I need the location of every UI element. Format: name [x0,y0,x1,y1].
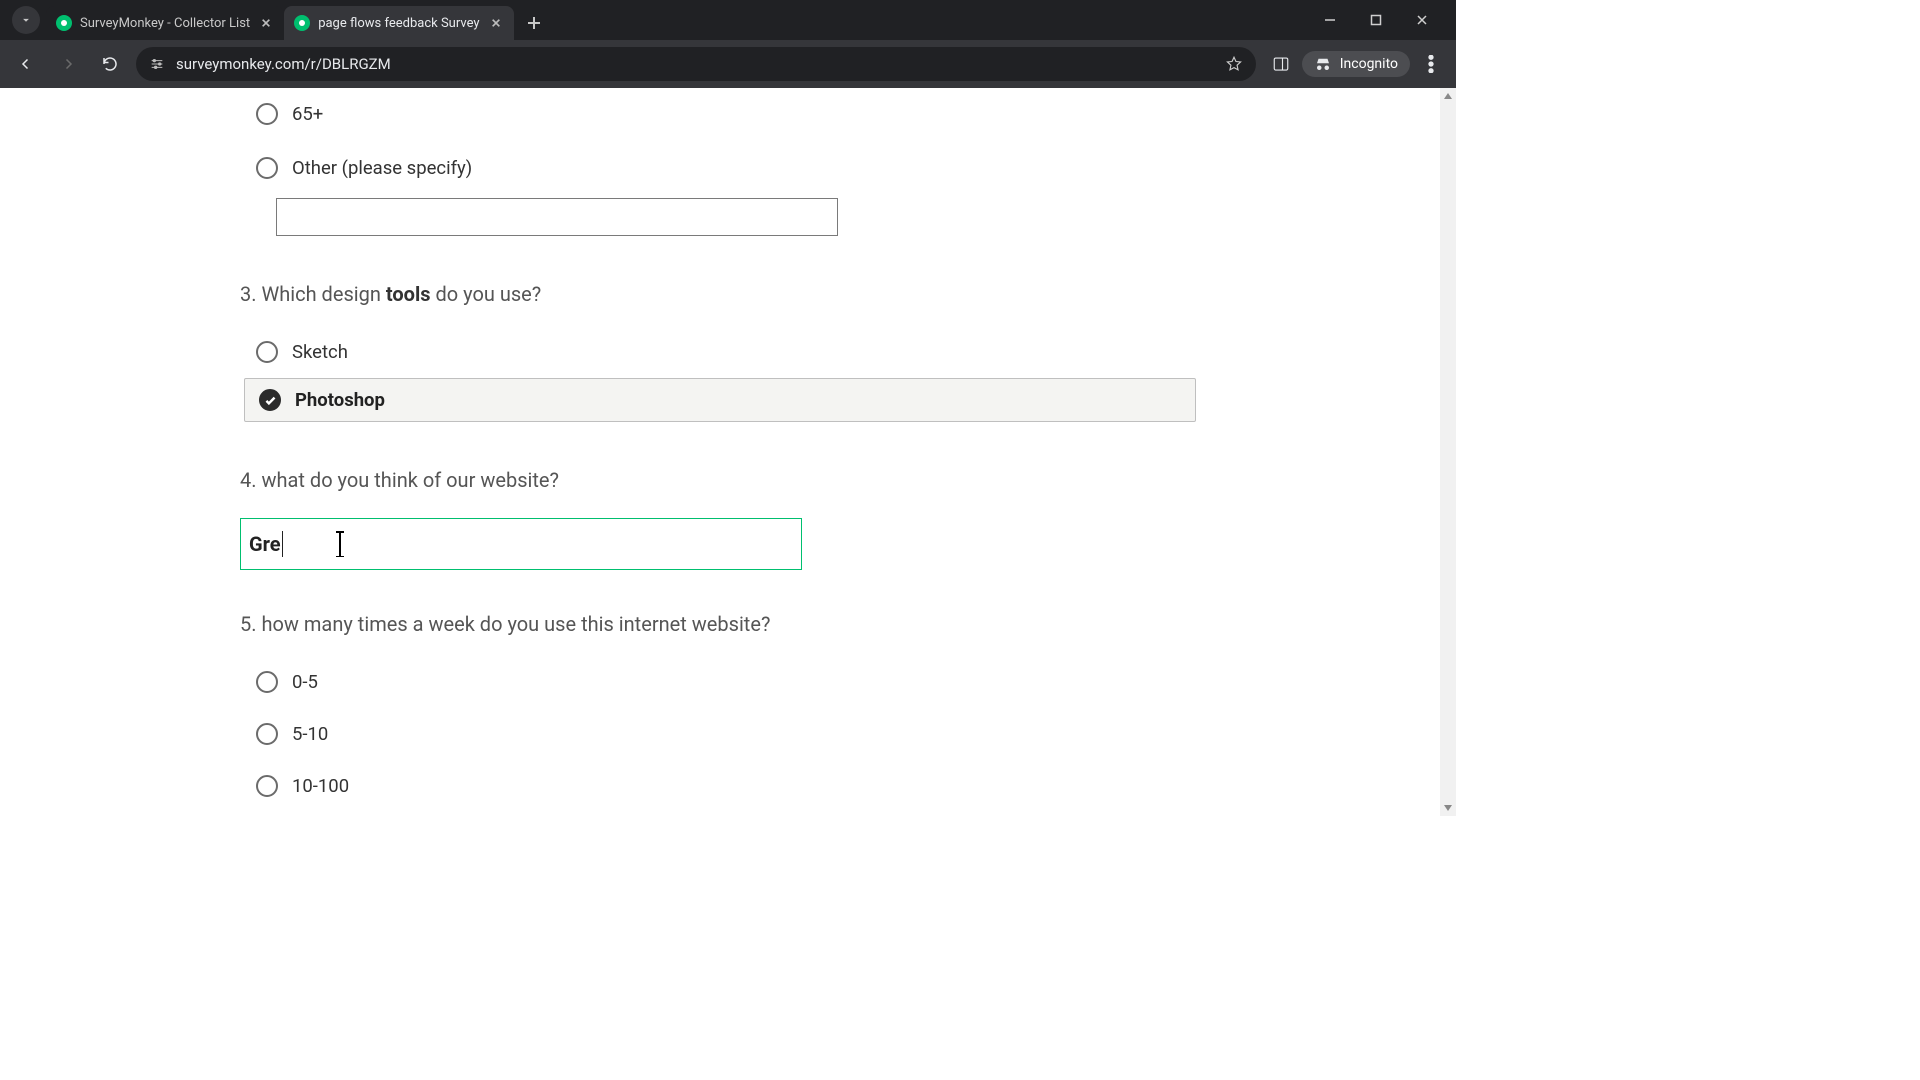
site-settings-icon[interactable] [148,55,166,73]
incognito-label: Incognito [1340,56,1398,72]
text-caret [282,531,283,557]
q3-prefix: Which design [261,282,385,306]
bookmark-button[interactable] [1224,54,1244,74]
reload-icon [101,55,119,73]
favicon-icon [294,15,310,31]
q5-option-0-5[interactable]: 0-5 [256,662,1196,702]
q2-other-input[interactable] [276,198,838,236]
toolbar: surveymonkey.com/r/DBLRGZM Incognito [0,40,1456,88]
tab-title: SurveyMonkey - Collector List [80,16,250,31]
tab-surveymonkey-collector[interactable]: SurveyMonkey - Collector List [46,6,284,40]
tab-bar: SurveyMonkey - Collector List page flows… [0,0,1456,40]
option-label: Photoshop [295,389,385,411]
tab-title: page flows feedback Survey [318,16,480,31]
q5-options: 0-5 5-10 10-100 [240,662,1196,806]
q3-bold: tools [386,282,431,306]
window-controls [1316,0,1448,40]
tab-search-button[interactable] [12,6,40,34]
check-icon [264,394,277,407]
radio-icon[interactable] [256,671,278,693]
incognito-icon [1314,55,1332,73]
browser-chrome: SurveyMonkey - Collector List page flows… [0,0,1456,88]
window-maximize-button[interactable] [1362,6,1390,34]
page-viewport: 65+ Other (please specify) 3. Which desi… [0,88,1456,816]
q5-block: 5. how many times a week do you use this… [240,612,1196,806]
survey-form: 65+ Other (please specify) 3. Which desi… [0,94,1456,806]
vertical-scrollbar[interactable] [1440,88,1456,816]
option-label: Other (please specify) [292,157,472,179]
radio-icon[interactable] [256,157,278,179]
q2-option-65plus[interactable]: 65+ [256,94,1196,134]
back-button[interactable] [10,48,42,80]
side-panel-button[interactable] [1266,48,1296,80]
q3-suffix: do you use? [431,282,542,306]
q3-title: 3. Which design tools do you use? [240,282,1196,306]
star-icon [1225,55,1243,73]
radio-icon[interactable] [256,775,278,797]
q5-title: 5. how many times a week do you use this… [240,612,1196,636]
q3-block: 3. Which design tools do you use? Sketch… [240,282,1196,422]
tab-close-button[interactable] [258,15,274,31]
q3-option-sketch[interactable]: Sketch [256,332,1196,372]
q2-option-other[interactable]: Other (please specify) [256,148,1196,188]
q5-text: how many times a week do you use this in… [261,612,770,636]
url-text: surveymonkey.com/r/DBLRGZM [176,55,1214,73]
q4-text: what do you think of our website? [261,468,559,492]
option-label: 65+ [292,103,323,125]
option-label: 0-5 [292,671,318,693]
q5-number: 5. [240,612,257,636]
arrow-right-icon [59,55,77,73]
chevron-down-icon [19,13,33,27]
arrow-left-icon [17,55,35,73]
q5-option-10-100[interactable]: 10-100 [256,766,1196,806]
incognito-indicator[interactable]: Incognito [1302,51,1410,77]
q4-block: 4. what do you think of our website? Gre [240,468,1196,570]
chrome-menu-button[interactable] [1416,48,1446,80]
q4-number: 4. [240,468,257,492]
scroll-up-button[interactable] [1440,88,1456,104]
kebab-icon [1422,55,1440,73]
radio-icon[interactable] [256,103,278,125]
scroll-down-button[interactable] [1440,800,1456,816]
q2-options-tail: 65+ Other (please specify) [240,94,1196,236]
option-label: 10-100 [292,775,349,797]
address-bar[interactable]: surveymonkey.com/r/DBLRGZM [136,47,1256,81]
toolbar-right: Incognito [1266,48,1446,80]
reload-button[interactable] [94,48,126,80]
panel-icon [1272,55,1290,73]
radio-icon[interactable] [256,723,278,745]
text-cursor-icon [339,531,341,557]
q3-option-photoshop[interactable]: Photoshop [244,378,1196,422]
q4-title: 4. what do you think of our website? [240,468,1196,492]
radio-checked-icon[interactable] [259,389,281,411]
plus-icon [527,16,541,30]
option-label: 5-10 [292,723,328,745]
new-tab-button[interactable] [520,9,548,37]
tab-close-button[interactable] [488,15,504,31]
favicon-icon [56,15,72,31]
window-minimize-button[interactable] [1316,6,1344,34]
q4-input-value: Gre [249,532,281,556]
option-label: Sketch [292,341,348,363]
tab-page-flows-survey[interactable]: page flows feedback Survey [284,6,514,40]
window-close-button[interactable] [1408,6,1436,34]
forward-button[interactable] [52,48,84,80]
radio-icon[interactable] [256,341,278,363]
q3-number: 3. [240,282,257,306]
q4-text-input[interactable]: Gre [240,518,802,570]
q5-option-5-10[interactable]: 5-10 [256,714,1196,754]
